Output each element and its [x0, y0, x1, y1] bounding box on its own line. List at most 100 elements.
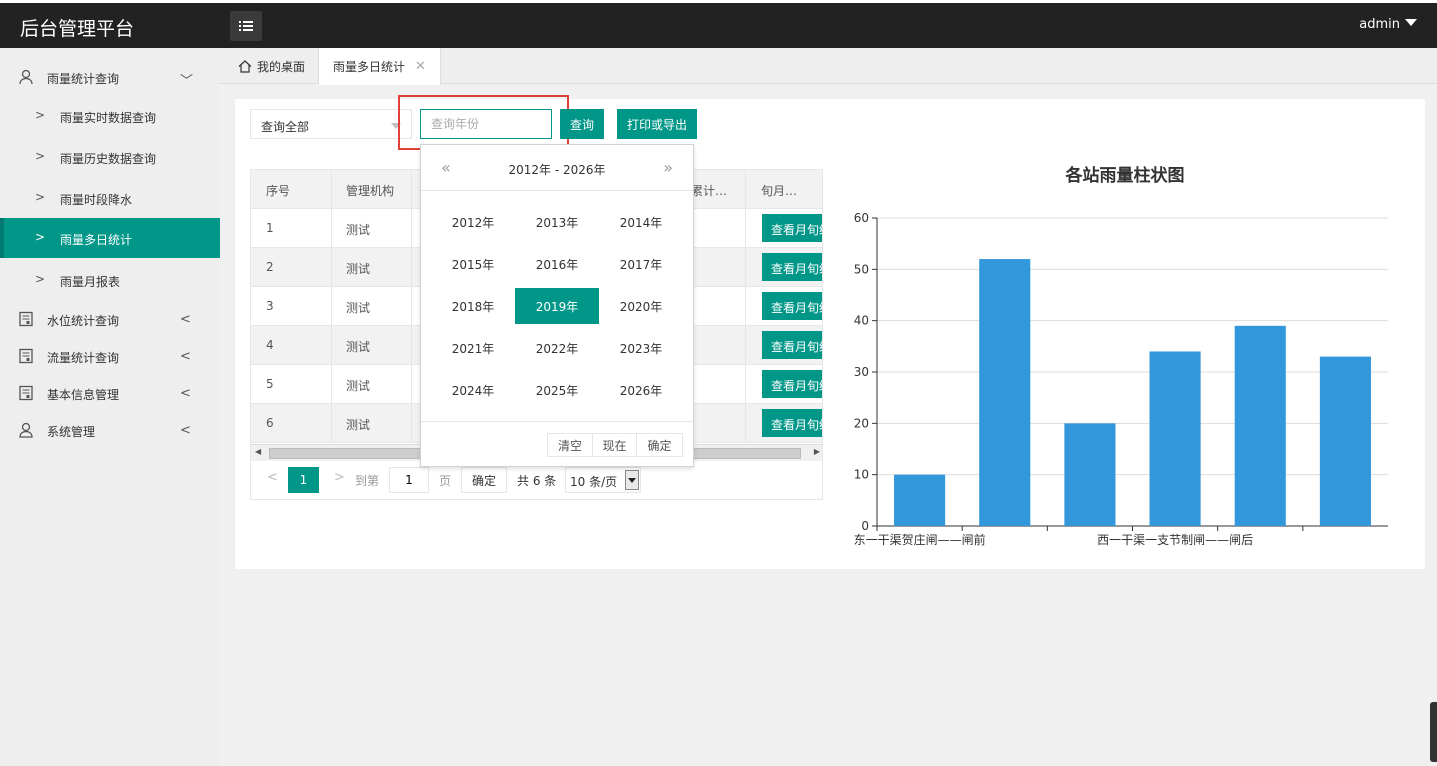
report-icon [19, 385, 33, 401]
column-divider [411, 170, 412, 443]
year-cell[interactable]: 2017年 [599, 246, 683, 282]
year-cell[interactable]: 2016年 [515, 246, 599, 282]
report-icon [19, 311, 33, 327]
prev-page-icon[interactable]: < [267, 470, 278, 485]
total-count: 共 6 条 [517, 474, 557, 488]
pagination: < 1 > 到第 页 确定 共 6 条 10 条/页 [251, 462, 822, 499]
sidebar-item-rain-history[interactable]: > 雨量历史数据查询 [0, 137, 220, 177]
bar [1064, 423, 1116, 526]
sidebar-item-label: 雨量时段降水 [60, 193, 133, 207]
sidebar-group-waterlevel[interactable]: 水位统计查询 < [0, 300, 220, 338]
view-monthly-button[interactable]: 查看月旬统计 [762, 331, 822, 359]
year-cell[interactable]: 2012年 [431, 204, 515, 240]
scroll-left-icon[interactable]: ◀ [255, 447, 261, 456]
view-monthly-button[interactable]: 查看月旬统计 [762, 370, 822, 398]
x-tick-label: 东一干渠贺庄闸——闸前 [854, 532, 986, 547]
year-cell[interactable]: 2023年 [599, 330, 683, 366]
menu-toggle-button[interactable] [230, 11, 262, 41]
header-index: 序号 [266, 184, 291, 198]
home-icon [238, 59, 252, 73]
year-cell[interactable]: 2026年 [599, 372, 683, 408]
goto-confirm-button[interactable]: 确定 [461, 467, 507, 493]
clear-button[interactable]: 清空 [547, 433, 593, 457]
cell-index: 5 [266, 377, 274, 391]
next-page-icon[interactable]: > [334, 470, 345, 485]
chevron-right-icon: > [35, 190, 46, 204]
year-cell[interactable]: 2024年 [431, 372, 515, 408]
year-cell[interactable]: 2014年 [599, 204, 683, 240]
cell-index: 3 [266, 299, 274, 313]
sidebar-group-rainfall[interactable]: 雨量统计查询 ﹀ [0, 58, 220, 96]
goto-label: 到第 [355, 474, 380, 488]
menu-icon [239, 21, 253, 31]
sidebar-group-flow[interactable]: 流量统计查询 < [0, 337, 220, 375]
app-title: 后台管理平台 [20, 18, 135, 40]
cell-org: 测试 [346, 340, 371, 354]
tab-bar: 我的桌面 雨量多日统计 ✕ [220, 48, 1437, 85]
sidebar-item-rain-realtime[interactable]: > 雨量实时数据查询 [0, 96, 220, 136]
close-icon[interactable]: ✕ [415, 59, 426, 74]
year-cell[interactable]: 2025年 [515, 372, 599, 408]
sidebar: 雨量统计查询 ﹀ > 雨量实时数据查询 > 雨量历史数据查询 > 雨量时段降水 … [0, 48, 220, 766]
page-size-select[interactable]: 10 条/页 [565, 467, 641, 493]
header-action: 旬月… [761, 184, 798, 198]
cell-org: 测试 [346, 379, 371, 393]
bar [1149, 351, 1201, 526]
y-tick-label: 0 [861, 519, 869, 533]
year-cell[interactable]: 2022年 [515, 330, 599, 366]
page-label: 页 [439, 474, 452, 488]
cell-org: 测试 [346, 418, 371, 432]
year-cell[interactable]: 2015年 [431, 246, 515, 282]
page-size-value: 10 条/页 [570, 475, 618, 489]
sidebar-group-system[interactable]: 系统管理 < [0, 411, 220, 449]
chart-canvas: 0 10 20 30 40 50 60 东一干渠贺庄闸——闸前 西一干渠一支节制闸——闸后 [854, 211, 1388, 547]
user-menu[interactable]: admin [1359, 17, 1417, 32]
sidebar-group-label: 系统管理 [47, 425, 96, 439]
scroll-right-icon[interactable]: ▶ [814, 447, 820, 456]
sidebar-item-rain-monthly[interactable]: > 雨量月报表 [0, 260, 220, 300]
chevron-left-icon: < [180, 312, 191, 327]
query-button[interactable]: 查询 [560, 109, 604, 139]
caret-down-icon [1405, 19, 1417, 26]
cell-index: 2 [266, 260, 274, 274]
tab-label: 我的桌面 [257, 59, 306, 74]
sidebar-item-rain-multiday[interactable]: > 雨量多日统计 [0, 218, 220, 258]
now-button[interactable]: 现在 [592, 433, 637, 457]
year-cell[interactable]: 2019年 [515, 288, 599, 324]
sidebar-item-rain-period[interactable]: > 雨量时段降水 [0, 178, 220, 218]
cell-org: 测试 [346, 262, 371, 276]
tab-rain-multiday[interactable]: 雨量多日统计 ✕ [318, 48, 441, 85]
year-cell[interactable]: 2021年 [431, 330, 515, 366]
page-number-current[interactable]: 1 [288, 467, 319, 493]
next-range-icon[interactable]: » [663, 158, 673, 177]
sidebar-group-label: 流量统计查询 [47, 351, 120, 365]
sidebar-group-basic-info[interactable]: 基本信息管理 < [0, 374, 220, 412]
cell-index: 4 [266, 338, 274, 352]
confirm-button[interactable]: 确定 [636, 433, 683, 457]
dropdown-arrow-icon[interactable] [625, 470, 639, 490]
side-widget[interactable] [1430, 702, 1437, 762]
y-tick-label: 60 [854, 211, 869, 225]
station-select[interactable]: 查询全部 [250, 109, 412, 139]
view-monthly-button[interactable]: 查看月旬统计 [762, 409, 822, 437]
chevron-left-icon: < [180, 423, 191, 438]
tab-desktop[interactable]: 我的桌面 [224, 48, 319, 84]
year-picker-header: « 2012年 - 2026年 » [421, 145, 693, 191]
top-bar: 后台管理平台 admin [0, 0, 1437, 48]
year-cell[interactable]: 2018年 [431, 288, 515, 324]
goto-page-input[interactable] [389, 467, 429, 493]
year-range: 2012年 - 2026年 [508, 163, 606, 177]
caret-down-icon [391, 123, 401, 129]
year-cell[interactable]: 2020年 [599, 288, 683, 324]
year-input[interactable] [420, 109, 552, 139]
y-tick-label: 50 [854, 262, 869, 276]
chevron-left-icon: < [180, 386, 191, 401]
view-monthly-button[interactable]: 查看月旬统计 [762, 253, 822, 281]
year-cell[interactable]: 2013年 [515, 204, 599, 240]
view-monthly-button[interactable]: 查看月旬统计 [762, 214, 822, 242]
print-export-button[interactable]: 打印或导出 [617, 109, 697, 139]
y-tick-label: 30 [854, 365, 869, 379]
chevron-right-icon: > [35, 108, 46, 122]
view-monthly-button[interactable]: 查看月旬统计 [762, 292, 822, 320]
column-divider [331, 170, 332, 443]
